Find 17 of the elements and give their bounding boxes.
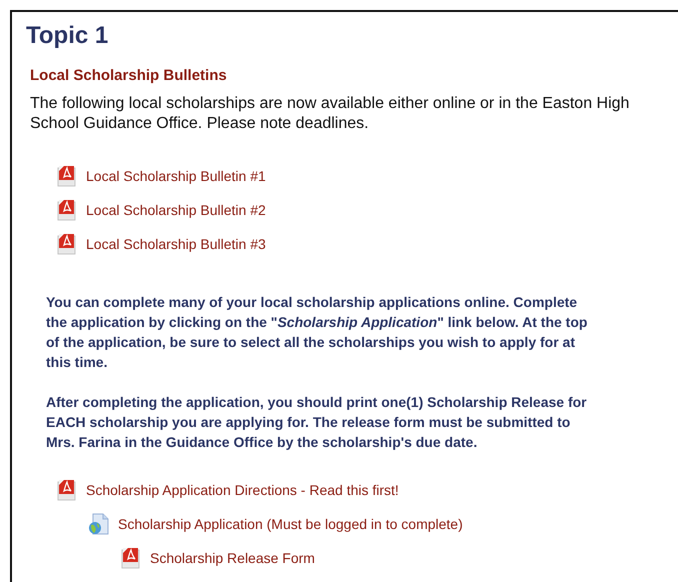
file-link[interactable]: Local Scholarship Bulletin #1 <box>86 168 266 184</box>
file-link[interactable]: Scholarship Release Form <box>150 550 315 566</box>
instruction-paragraph: After completing the application, you should print one(1) Scholarship Release for EACH scholarship you are applying for. The release form must be submitted to Mrs. Farina in the Guidance Office by the scholarship's due date. <box>46 393 588 452</box>
pdf-file-icon <box>56 479 78 501</box>
pdf-file-icon <box>56 199 78 221</box>
file-link[interactable]: Local Scholarship Bulletin #3 <box>86 236 266 252</box>
section-heading: Local Scholarship Bulletins <box>30 66 228 86</box>
intro-paragraph: The following local scholarships are now available either online or in the Easton High School Guidance Office. Please note deadlines. <box>30 94 630 134</box>
pdf-file-icon <box>120 547 142 569</box>
pdf-file-icon <box>56 165 78 187</box>
pdf-file-icon <box>56 233 78 255</box>
file-link[interactable]: Local Scholarship Bulletin #2 <box>86 202 266 218</box>
instruction-paragraph: You can complete many of your local scholarship applications online. Complete the application by clicking on the "Scholarship Application" link below. At the top of the application, be sure to select all the scholarships you wish to apply for at this time. <box>46 293 588 372</box>
web-page-icon <box>88 513 110 535</box>
file-link[interactable]: Scholarship Application (Must be logged in to complete) <box>118 516 463 532</box>
topic-title: Topic 1 <box>26 22 110 50</box>
file-link[interactable]: Scholarship Application Directions - Read this first! <box>86 482 399 498</box>
